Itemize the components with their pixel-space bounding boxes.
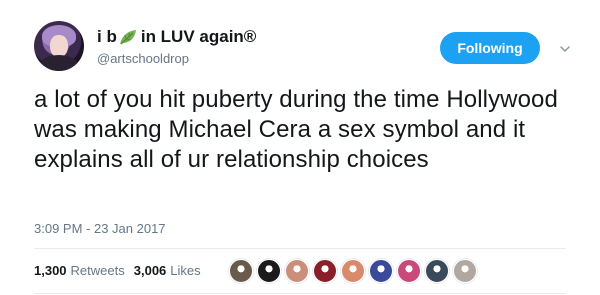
- liker-avatar[interactable]: [285, 259, 309, 283]
- liker-avatar[interactable]: [257, 259, 281, 283]
- liker-avatar[interactable]: [453, 259, 477, 283]
- leaf-icon: [118, 28, 138, 46]
- likes-count: 3,006: [133, 263, 167, 278]
- chevron-down-icon[interactable]: [559, 42, 571, 54]
- liker-avatar[interactable]: [313, 259, 337, 283]
- display-name-part2: in LUV again®: [140, 27, 257, 46]
- display-name[interactable]: i b in LUV again®: [97, 27, 256, 47]
- tweet-timestamp[interactable]: 3:09 PM - 23 Jan 2017: [34, 221, 166, 236]
- tweet-card: i b in LUV again® @artschooldrop Followi…: [0, 0, 600, 295]
- liker-avatar[interactable]: [425, 259, 449, 283]
- user-handle[interactable]: @artschooldrop: [97, 51, 189, 66]
- following-button[interactable]: Following: [440, 32, 540, 64]
- liker-avatar[interactable]: [369, 259, 393, 283]
- divider: [34, 293, 566, 294]
- liker-avatar[interactable]: [229, 259, 253, 283]
- liker-avatar[interactable]: [397, 259, 421, 283]
- retweets-count: 1,300: [34, 263, 67, 278]
- retweets-stat[interactable]: 1,300 Retweets: [34, 263, 125, 278]
- retweets-label: Retweets: [70, 263, 125, 278]
- tweet-stats: 1,300 Retweets 3,006 Likes: [34, 263, 210, 278]
- divider: [34, 248, 566, 249]
- avatar-face: [50, 35, 68, 57]
- likes-label: Likes: [170, 263, 201, 278]
- liker-avatars: [229, 259, 481, 283]
- tweet-text: a lot of you hit puberty during the time…: [34, 86, 558, 173]
- display-name-part1: i b: [97, 27, 117, 46]
- liker-avatar[interactable]: [341, 259, 365, 283]
- likes-stat[interactable]: 3,006 Likes: [134, 263, 201, 278]
- avatar-body: [40, 55, 78, 71]
- avatar[interactable]: [34, 21, 84, 71]
